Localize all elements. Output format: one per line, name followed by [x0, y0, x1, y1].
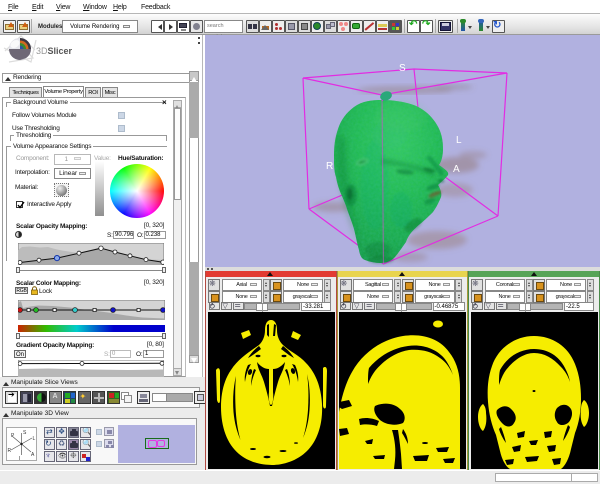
svg-text:R: R — [326, 161, 333, 172]
svg-text:I: I — [19, 456, 20, 461]
svg-text:S: S — [23, 430, 27, 436]
svg-text:L: L — [456, 135, 462, 146]
svg-text:A: A — [453, 164, 460, 175]
svg-text:L: L — [33, 436, 36, 442]
svg-text:A: A — [31, 452, 35, 458]
svg-text:S: S — [399, 63, 406, 74]
svg-text:R: R — [8, 448, 12, 454]
